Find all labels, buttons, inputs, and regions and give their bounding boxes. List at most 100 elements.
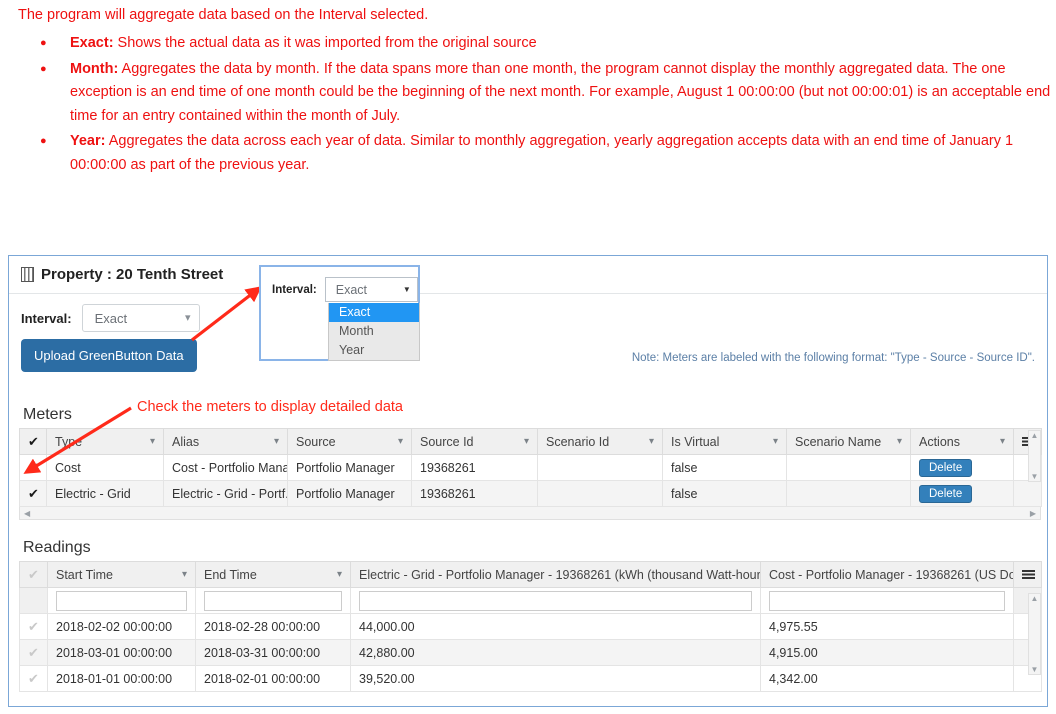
checkmark-icon: ✔	[28, 459, 39, 475]
table-row[interactable]: ✔ 2018-02-02 00:00:00 2018-02-28 00:00:0…	[19, 613, 1042, 640]
readings-filter-cost-input[interactable]	[769, 590, 1005, 611]
readings-row-checkbox[interactable]: ✔	[19, 613, 48, 640]
readings-row-checkbox[interactable]: ✔	[19, 639, 48, 666]
readings-cell-end-time: 2018-02-01 00:00:00	[195, 665, 351, 692]
doc-intro: The program will aggregate data based on…	[18, 7, 429, 23]
meters-cell-source-id: 19368261	[411, 454, 538, 481]
interval-select[interactable]: Exact ▾	[81, 304, 200, 332]
readings-grid-menu-button[interactable]	[1013, 561, 1042, 588]
meters-cell-scenario-id	[537, 480, 663, 507]
meters-format-note: Note: Meters are labeled with the follow…	[631, 352, 1035, 364]
checkmark-icon: ✔	[28, 485, 39, 501]
callout-interval-label: Interval:	[272, 283, 317, 296]
readings-col-start-time[interactable]: Start Time ▾	[47, 561, 196, 588]
meters-col-scenario-id[interactable]: Scenario Id ▾	[537, 428, 663, 455]
meters-col-source[interactable]: Source ▾	[287, 428, 412, 455]
meters-col-actions[interactable]: Actions ▾	[910, 428, 1014, 455]
meters-cell-scenario-name	[786, 454, 911, 481]
readings-col-end-time[interactable]: End Time ▾	[195, 561, 351, 588]
chevron-down-icon: ▾	[336, 569, 342, 580]
readings-section: Readings ✔ Start Time ▾ End Time ▾ Electri…	[19, 537, 1042, 692]
meters-cell-source: Portfolio Manager	[287, 454, 412, 481]
column-label: Source Id	[420, 434, 474, 449]
readings-filter-end-time-input[interactable]	[204, 590, 342, 611]
readings-filter-row	[19, 587, 1042, 614]
readings-filter-electric-cell	[350, 587, 761, 614]
meters-row-checkbox[interactable]: ✔	[19, 454, 47, 481]
readings-cell-start-time: 2018-02-02 00:00:00	[47, 613, 196, 640]
readings-filter-end-time-cell	[195, 587, 351, 614]
scroll-up-arrow-icon[interactable]: ▲	[1031, 431, 1039, 440]
meters-col-is-virtual[interactable]: Is Virtual ▾	[662, 428, 787, 455]
meters-select-all-header[interactable]: ✔	[19, 428, 47, 455]
column-label: Alias	[172, 434, 200, 449]
upload-greenbutton-data-button[interactable]: Upload GreenButton Data	[21, 339, 197, 372]
readings-filter-electric-input[interactable]	[359, 590, 752, 611]
readings-filter-cost-cell	[760, 587, 1014, 614]
doc-bullet-text: Shows the actual data as it was imported…	[113, 35, 537, 51]
callout-interval-select[interactable]: Exact ▼	[324, 277, 418, 302]
meters-cell-source-id: 19368261	[411, 480, 538, 507]
readings-col-cost[interactable]: Cost - Portfolio Manager - 19368261 (US …	[760, 561, 1014, 588]
meters-cell-spacer	[1013, 480, 1042, 507]
app-header: Property : 20 Tenth Street	[9, 256, 1047, 294]
column-label: Cost - Portfolio Manager - 19368261 (US …	[769, 567, 1013, 582]
interval-option-exact[interactable]: Exact	[329, 303, 419, 322]
interval-dropdown-callout: Interval: Exact ▼ Exact Month Year	[259, 265, 420, 361]
chevron-down-icon: ▾	[181, 569, 187, 580]
hamburger-menu-icon	[1022, 569, 1035, 579]
meters-horizontal-scrollbar[interactable]: ◀ ▶	[19, 507, 1041, 520]
checkmark-icon: ✔	[28, 566, 39, 582]
readings-row-checkbox[interactable]: ✔	[19, 665, 48, 692]
callout-interval-row: Interval: Exact ▼	[261, 267, 418, 302]
scroll-down-arrow-icon[interactable]: ▼	[1031, 472, 1039, 481]
meters-cell-is-virtual: false	[662, 480, 787, 507]
scroll-up-arrow-icon[interactable]: ▲	[1031, 594, 1039, 603]
meters-cell-alias: Electric - Grid - Portf...	[163, 480, 288, 507]
readings-table: ✔ Start Time ▾ End Time ▾ Electric - Grid …	[19, 561, 1042, 692]
scroll-down-arrow-icon[interactable]: ▼	[1031, 665, 1039, 674]
delete-button[interactable]: Delete	[919, 458, 973, 477]
doc-bullet-term: Month:	[70, 60, 119, 77]
scroll-right-arrow-icon[interactable]: ▶	[1030, 509, 1036, 518]
building-icon	[21, 267, 34, 282]
table-row[interactable]: ✔ 2018-03-01 00:00:00 2018-03-31 00:00:0…	[19, 639, 1042, 666]
readings-cell-electric: 42,880.00	[350, 639, 761, 666]
interval-option-month[interactable]: Month	[329, 322, 419, 341]
readings-col-electric[interactable]: Electric - Grid - Portfolio Manager - 19…	[350, 561, 761, 588]
chevron-down-icon: ▾	[896, 436, 902, 447]
meters-cell-alias: Cost - Portfolio Mana...	[163, 454, 288, 481]
readings-select-all-header[interactable]: ✔	[19, 561, 48, 588]
interval-label: Interval:	[21, 310, 72, 326]
meters-col-scenario-name[interactable]: Scenario Name ▾	[786, 428, 911, 455]
checkmark-icon: ✔	[28, 433, 39, 449]
readings-cell-electric: 39,520.00	[350, 665, 761, 692]
column-label: Actions	[919, 434, 960, 449]
meters-row-checkbox[interactable]: ✔	[19, 480, 47, 507]
application-screenshot-panel: Property : 20 Tenth Street Interval: Exa…	[8, 255, 1048, 707]
meters-table: ✔ Type ▾ Alias ▾ Source ▾ Source Id ▾ Scenar…	[19, 428, 1042, 507]
table-row[interactable]: ✔ 2018-01-01 00:00:00 2018-02-01 00:00:0…	[19, 665, 1042, 692]
interval-control: Interval: Exact ▾	[21, 304, 200, 332]
doc-bullet-list: Exact: Shows the actual data as it was i…	[18, 32, 1056, 177]
meters-cell-actions: Delete	[910, 480, 1014, 507]
meters-col-source-id[interactable]: Source Id ▾	[411, 428, 538, 455]
interval-select-value: Exact	[94, 310, 128, 326]
meters-cell-type: Cost	[46, 454, 164, 481]
readings-filter-start-time-input[interactable]	[56, 590, 187, 611]
interval-option-year[interactable]: Year	[329, 341, 419, 360]
chevron-down-icon: ▾	[185, 311, 191, 324]
meters-col-type[interactable]: Type ▾	[46, 428, 164, 455]
page-title: Property : 20 Tenth Street	[21, 266, 223, 283]
page-title-text: Property : 20 Tenth Street	[41, 266, 224, 283]
delete-button[interactable]: Delete	[919, 484, 973, 503]
doc-bullet-term: Year:	[70, 133, 106, 149]
meters-vertical-scrollbar[interactable]: ▲ ▼	[1028, 430, 1041, 482]
checkmark-icon: ✔	[28, 618, 39, 634]
scroll-left-arrow-icon[interactable]: ◀	[24, 509, 30, 518]
readings-vertical-scrollbar[interactable]: ▲ ▼	[1028, 593, 1041, 675]
meters-col-alias[interactable]: Alias ▾	[163, 428, 288, 455]
readings-cell-electric: 44,000.00	[350, 613, 761, 640]
table-row[interactable]: ✔ Electric - Grid Electric - Grid - Port…	[19, 480, 1042, 507]
table-row[interactable]: ✔ Cost Cost - Portfolio Mana... Portfoli…	[19, 454, 1042, 481]
